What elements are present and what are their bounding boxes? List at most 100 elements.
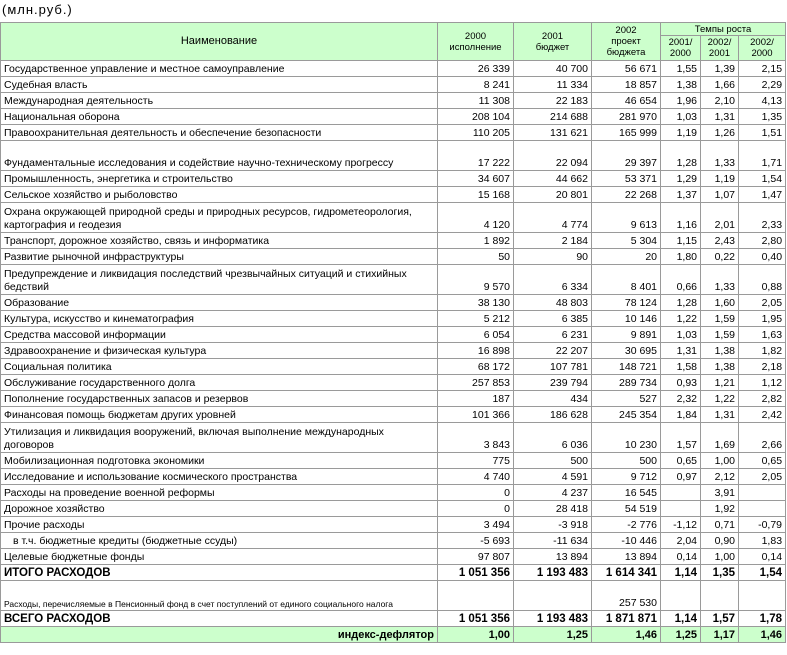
header-rates: Темпы роста xyxy=(659,22,787,36)
row-name: Расходы на проведение военной реформы xyxy=(0,484,438,501)
table-row: Правоохранительная деятельность и обеспе… xyxy=(0,124,787,141)
table-row: Образование 38 130 48 803 78 124 1,28 1,60 2,0… xyxy=(0,294,787,311)
row-name: Промышленность, энергетика и строительст… xyxy=(0,170,438,187)
row-value: 6 334 xyxy=(513,264,592,295)
row-value: 1,07 xyxy=(700,186,739,203)
row-value: -2 776 xyxy=(591,516,661,533)
row-value: 0,88 xyxy=(737,264,787,295)
row-name: Фундаментальные исследования и содействи… xyxy=(0,140,438,171)
row-value xyxy=(660,500,701,517)
row-value: 5 212 xyxy=(437,310,514,327)
row-value: 775 xyxy=(437,452,514,469)
table-row: Обслуживание государственного долга 257 8… xyxy=(0,374,787,391)
row-value: 1,14 xyxy=(660,610,701,627)
table-body: Государственное управление и местное сам… xyxy=(0,60,787,627)
row-value: -11 634 xyxy=(513,532,592,549)
row-value: 11 308 xyxy=(437,92,514,109)
row-value: 1,14 xyxy=(660,564,701,581)
row-value: 6 231 xyxy=(513,326,592,343)
table-row: ИТОГО РАСХОДОВ 1 051 356 1 193 483 1 614 34… xyxy=(0,564,787,581)
row-name: ИТОГО РАСХОДОВ xyxy=(0,564,438,581)
row-value: 2,12 xyxy=(700,468,739,485)
table-row: Здравоохранение и физическая культура 16 … xyxy=(0,342,787,359)
table-row: Охрана окружающей природной среды и прир… xyxy=(0,202,787,233)
row-value: 257 853 xyxy=(437,374,514,391)
table-row: Судебная власть 8 241 11 334 18 857 1,38 1,66… xyxy=(0,76,787,93)
row-value: 20 xyxy=(591,248,661,265)
row-value: 54 519 xyxy=(591,500,661,517)
row-value: 2,32 xyxy=(660,390,701,407)
row-value: 44 662 xyxy=(513,170,592,187)
row-value: 22 183 xyxy=(513,92,592,109)
row-value: 107 781 xyxy=(513,358,592,375)
table-row: Утилизация и ликвидация вооружений, вклю… xyxy=(0,422,787,453)
row-value: 1,78 xyxy=(737,610,787,627)
row-value: -1,12 xyxy=(660,516,701,533)
row-value: 40 700 xyxy=(513,60,592,77)
row-value: 0,14 xyxy=(660,548,701,565)
row-value: 1,38 xyxy=(700,358,739,375)
row-value: 101 366 xyxy=(437,406,514,423)
row-value: 6 385 xyxy=(513,310,592,327)
row-value: 1,38 xyxy=(700,342,739,359)
row-value: 50 xyxy=(437,248,514,265)
header-rate-2002-2001: 2002/2001 xyxy=(700,35,739,61)
row-value: 1 871 871 xyxy=(591,610,661,627)
row-value: 17 222 xyxy=(437,140,514,171)
row-value: 30 695 xyxy=(591,342,661,359)
row-value: 3,91 xyxy=(700,484,739,501)
row-value: -5 693 xyxy=(437,532,514,549)
row-value: 20 801 xyxy=(513,186,592,203)
row-value: 13 894 xyxy=(591,548,661,565)
row-value: 2 184 xyxy=(513,232,592,249)
row-name: Прочие расходы xyxy=(0,516,438,533)
header-rate-2001-2000: 2001/2000 xyxy=(660,35,701,61)
row-value: -3 918 xyxy=(513,516,592,533)
row-value: 4 591 xyxy=(513,468,592,485)
row-value: 1,16 xyxy=(660,202,701,233)
table-row: Финансовая помощь бюджетам других уровне… xyxy=(0,406,787,423)
row-value xyxy=(737,484,787,501)
row-value: 1,63 xyxy=(737,326,787,343)
row-name: Социальная политика xyxy=(0,358,438,375)
row-value: 1,84 xyxy=(660,406,701,423)
row-name: Культура, искусство и кинематография xyxy=(0,310,438,327)
header-2001: 2001 бюджет xyxy=(513,22,592,61)
row-value: 3 494 xyxy=(437,516,514,533)
row-name: Охрана окружающей природной среды и прир… xyxy=(0,202,438,233)
row-value: 1 614 341 xyxy=(591,564,661,581)
row-value: 1,22 xyxy=(700,390,739,407)
row-name: Судебная власть xyxy=(0,76,438,93)
row-value: 29 397 xyxy=(591,140,661,171)
row-value: 500 xyxy=(591,452,661,469)
row-value: 18 857 xyxy=(591,76,661,93)
row-name: ВСЕГО РАСХОДОВ xyxy=(0,610,438,627)
row-value: 1,59 xyxy=(700,326,739,343)
row-value: 1,66 xyxy=(700,76,739,93)
row-value: 1,37 xyxy=(660,186,701,203)
row-value: 1,21 xyxy=(700,374,739,391)
row-value: 10 230 xyxy=(591,422,661,453)
row-value: 1,31 xyxy=(660,342,701,359)
row-value: 148 721 xyxy=(591,358,661,375)
row-value: 500 xyxy=(513,452,592,469)
table-row: Развитие рыночной инфраструктуры 50 90 20 1,… xyxy=(0,248,787,265)
table-row: Транспорт, дорожное хозяйство, связь и и… xyxy=(0,232,787,249)
row-value: 22 094 xyxy=(513,140,592,171)
deflator-cell: 1,25 xyxy=(660,626,701,643)
row-value: 257 530 xyxy=(591,580,661,611)
row-value: 1,59 xyxy=(700,310,739,327)
row-value: 2,15 xyxy=(737,60,787,77)
row-value: 53 371 xyxy=(591,170,661,187)
row-value: 2,01 xyxy=(700,202,739,233)
row-value: 10 146 xyxy=(591,310,661,327)
row-value: 1,00 xyxy=(700,452,739,469)
table-row: Предупреждение и ликвидация последствий … xyxy=(0,264,787,295)
row-name: Расходы, перечисляемые в Пенсионный фонд… xyxy=(0,580,438,611)
row-value: 1,29 xyxy=(660,170,701,187)
row-value: 97 807 xyxy=(437,548,514,565)
row-value: 527 xyxy=(591,390,661,407)
row-value: 2,80 xyxy=(737,232,787,249)
row-value: 3 843 xyxy=(437,422,514,453)
row-value: 9 570 xyxy=(437,264,514,295)
